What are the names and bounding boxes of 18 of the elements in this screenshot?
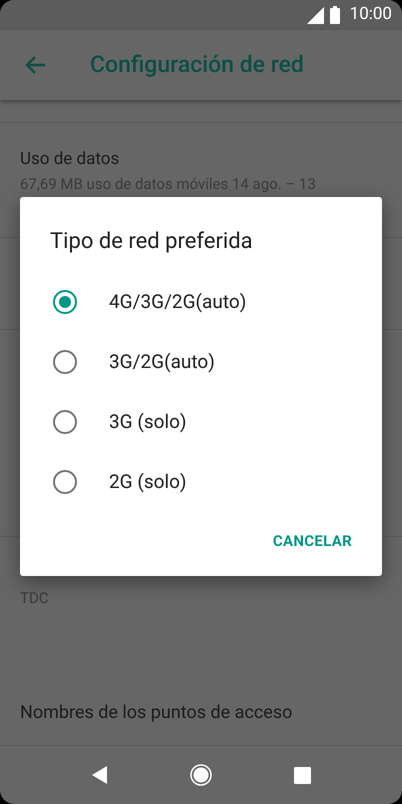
radio-button[interactable] bbox=[52, 349, 78, 375]
radio-button[interactable] bbox=[52, 289, 78, 315]
back-arrow-icon bbox=[24, 55, 46, 75]
radio-button[interactable] bbox=[52, 469, 78, 495]
status-time: 10:00 bbox=[350, 3, 392, 26]
dialog-title: Tipo de red preferida bbox=[49, 228, 253, 256]
option-label[interactable]: 2G (solo) bbox=[109, 468, 187, 496]
battery-icon bbox=[330, 6, 340, 24]
option-label[interactable]: 3G/2G(auto) bbox=[109, 348, 215, 376]
screen-title: Configuración de red bbox=[90, 50, 304, 80]
option-label[interactable]: 3G (solo) bbox=[109, 408, 187, 436]
back-nav-icon[interactable] bbox=[92, 766, 108, 784]
signal-icon bbox=[306, 6, 324, 24]
cancel-button[interactable]: CANCELAR bbox=[264, 524, 360, 558]
radio-button[interactable] bbox=[52, 409, 78, 435]
recents-nav-icon[interactable] bbox=[294, 766, 310, 784]
home-nav-icon[interactable] bbox=[190, 764, 212, 786]
option-label[interactable]: 4G/3G/2G(auto) bbox=[109, 288, 246, 316]
